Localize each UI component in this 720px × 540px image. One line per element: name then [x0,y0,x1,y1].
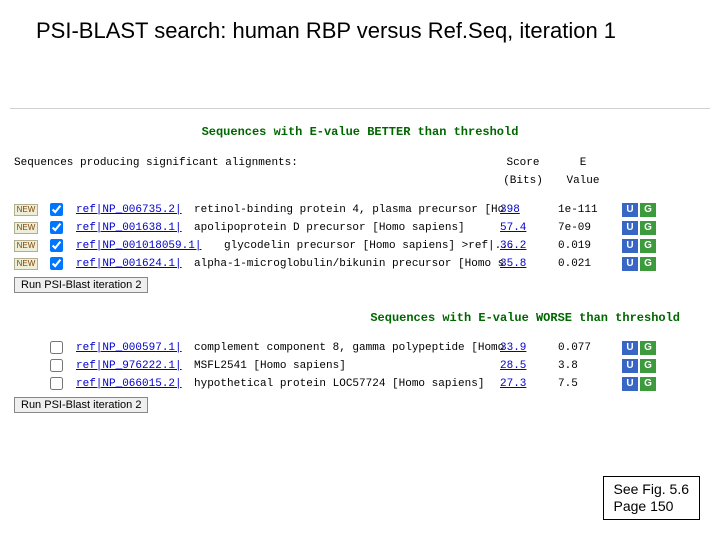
accession-link[interactable]: ref|NP_001624.1| [76,255,182,273]
select-checkbox[interactable] [50,341,63,354]
run-psi-blast-button[interactable]: Run PSI-Blast iteration 2 [14,277,148,293]
hit-row: NEW ref|NP_001638.1| apolipoprotein D pr… [10,219,710,237]
link-icons: U G [622,377,656,391]
score-link[interactable]: 33.9 [500,339,546,357]
hit-row: NEW ref|NP_001018059.1| glycodelin precu… [10,237,710,255]
gene-icon[interactable]: G [640,221,656,235]
evalue-text: 0.021 [558,255,608,273]
select-checkbox[interactable] [50,221,63,234]
link-icons: U G [622,203,656,217]
section-better-header: Sequences with E-value BETTER than thres… [10,119,710,157]
accession-link[interactable]: ref|NP_001638.1| [76,219,182,237]
score-link[interactable]: 35.8 [500,255,546,273]
unigene-icon[interactable]: U [622,203,638,217]
unigene-icon[interactable]: U [622,341,638,355]
select-checkbox[interactable] [50,359,63,372]
score-header-2: (Bits) [500,175,546,187]
hit-row: ref|NP_066015.2| hypothetical protein LO… [10,375,710,393]
evalue-text: 1e-111 [558,201,608,219]
hit-row: NEW ref|NP_006735.2| retinol-binding pro… [10,201,710,219]
select-checkbox[interactable] [50,257,63,270]
accession-link[interactable]: ref|NP_066015.2| [76,375,182,393]
page-title: PSI-BLAST search: human RBP versus Ref.S… [0,0,720,44]
unigene-icon[interactable]: U [622,377,638,391]
unigene-icon[interactable]: U [622,359,638,373]
column-headers-row-2: (Bits) Value [10,175,710,193]
evalue-header-1: E [558,157,608,169]
score-link[interactable]: 398 [500,201,546,219]
select-checkbox[interactable] [50,203,63,216]
hit-row: ref|NP_000597.1| complement component 8,… [10,339,710,357]
section-worse-header: Sequences with E-value WORSE than thresh… [10,297,710,339]
column-headers-row-1: Sequences producing significant alignmen… [10,157,710,175]
evalue-text: 7.5 [558,375,608,393]
score-link[interactable]: 28.5 [500,357,546,375]
hit-row: ref|NP_976222.1| MSFL2541 [Homo sapiens]… [10,357,710,375]
evalue-text: 7e-09 [558,219,608,237]
gene-icon[interactable]: G [640,377,656,391]
score-link[interactable]: 36.2 [500,237,546,255]
link-icons: U G [622,359,656,373]
evalue-text: 0.077 [558,339,608,357]
evalue-text: 3.8 [558,357,608,375]
description-text: retinol-binding protein 4, plasma precur… [194,201,504,219]
accession-link[interactable]: ref|NP_001018059.1| [76,237,201,255]
results-panel: Sequences with E-value BETTER than thres… [10,108,710,417]
evalue-header-2: Value [558,175,608,187]
hit-row: NEW ref|NP_001624.1| alpha-1-microglobul… [10,255,710,273]
gene-icon[interactable]: G [640,341,656,355]
description-text: MSFL2541 [Homo sapiens] [194,357,346,375]
gene-icon[interactable]: G [640,239,656,253]
gene-icon[interactable]: G [640,257,656,271]
score-header-1: Score [500,157,546,169]
gene-icon[interactable]: G [640,359,656,373]
accession-link[interactable]: ref|NP_006735.2| [76,201,182,219]
accession-link[interactable]: ref|NP_000597.1| [76,339,182,357]
description-text: alpha-1-microglobulin/bikunin precursor … [194,255,504,273]
new-badge: NEW [14,240,38,252]
unigene-icon[interactable]: U [622,239,638,253]
description-text: hypothetical protein LOC57724 [Homo sapi… [194,375,484,393]
run-psi-blast-button[interactable]: Run PSI-Blast iteration 2 [14,397,148,413]
seq-producing-label: Sequences producing significant alignmen… [14,157,298,169]
score-link[interactable]: 57.4 [500,219,546,237]
figure-reference: See Fig. 5.6 Page 150 [603,476,701,520]
score-link[interactable]: 27.3 [500,375,546,393]
link-icons: U G [622,341,656,355]
link-icons: U G [622,221,656,235]
description-text: apolipoprotein D precursor [Homo sapiens… [194,219,465,237]
description-text: glycodelin precursor [Homo sapiens] >ref… [224,237,514,255]
evalue-text: 0.019 [558,237,608,255]
unigene-icon[interactable]: U [622,257,638,271]
link-icons: U G [622,257,656,271]
accession-link[interactable]: ref|NP_976222.1| [76,357,182,375]
select-checkbox[interactable] [50,239,63,252]
new-badge: NEW [14,204,38,216]
unigene-icon[interactable]: U [622,221,638,235]
new-badge: NEW [14,222,38,234]
gene-icon[interactable]: G [640,203,656,217]
select-checkbox[interactable] [50,377,63,390]
link-icons: U G [622,239,656,253]
description-text: complement component 8, gamma polypeptid… [194,339,504,357]
new-badge: NEW [14,258,38,270]
